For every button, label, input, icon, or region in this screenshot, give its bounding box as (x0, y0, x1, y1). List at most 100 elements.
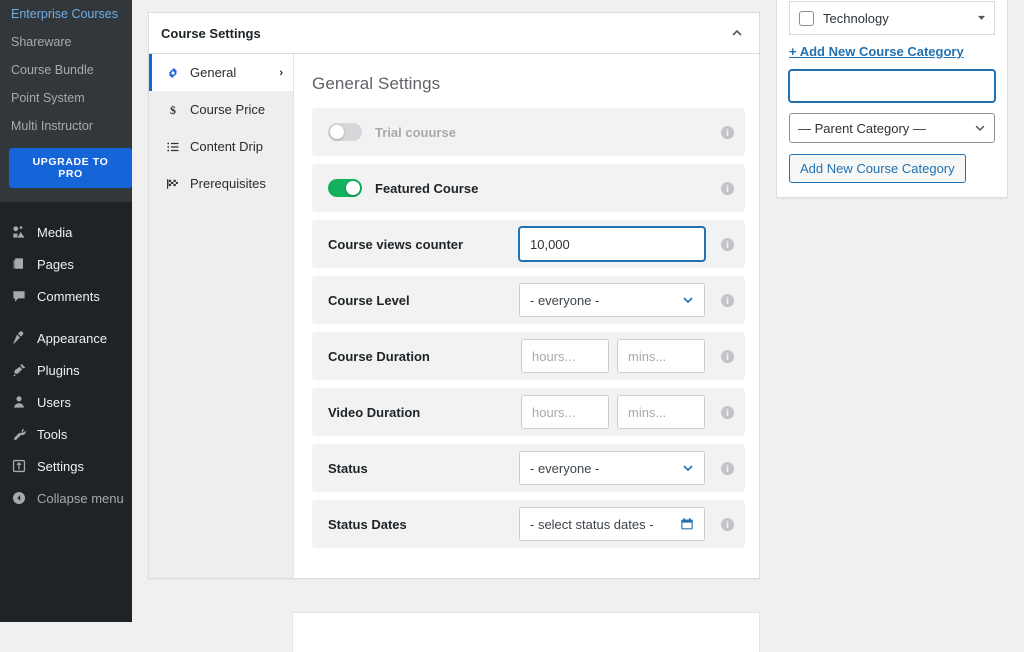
sidebar-item-point-system[interactable]: Point System (0, 84, 132, 112)
course-category-list: Technology (789, 1, 995, 35)
status-dates-value: - select status dates - (530, 516, 654, 532)
course-views-counter-input[interactable] (519, 227, 705, 261)
parent-category-value: — Parent Category — (798, 120, 926, 136)
status-controls: - everyone - (519, 451, 705, 485)
sidebar-item-label: Settings (37, 458, 84, 474)
info-icon[interactable] (719, 180, 735, 196)
chevron-up-icon[interactable] (727, 23, 747, 43)
tab-content-drip-label: Content Drip (190, 139, 263, 154)
course-duration-hours-input[interactable] (521, 339, 609, 373)
pages-icon (10, 255, 28, 273)
sidebar-item-tools[interactable]: Tools (0, 418, 132, 450)
info-icon[interactable] (719, 292, 735, 308)
status-dates-picker[interactable]: - select status dates - (519, 507, 705, 541)
sidebar-item-label: Appearance (37, 330, 108, 346)
sidebar-item-label: Collapse menu (37, 490, 124, 506)
appearance-icon (10, 329, 28, 347)
plugins-icon (10, 361, 28, 379)
category-checkbox-technology[interactable] (799, 10, 814, 26)
video-duration-controls (521, 395, 705, 429)
tab-content-drip[interactable]: Content Drip (149, 128, 293, 165)
course-settings-header: Course Settings (149, 13, 759, 54)
trial-course-toggle[interactable] (328, 123, 362, 141)
flag-icon (165, 177, 180, 191)
settings-icon (10, 457, 28, 475)
sidebar-item-pages[interactable]: Pages (0, 248, 132, 280)
course-duration-label: Course Duration (328, 348, 430, 364)
sidebar-item-collapse-menu[interactable]: Collapse menu (0, 482, 132, 514)
new-category-name-input[interactable] (789, 70, 995, 102)
calendar-icon (680, 517, 694, 531)
users-icon (10, 393, 28, 411)
chevron-right-icon: › (279, 66, 283, 79)
sidebar-item-label: Users (37, 394, 71, 410)
info-icon[interactable] (719, 124, 735, 140)
field-row-featured-course: Featured Course (312, 164, 745, 212)
tab-course-price-label: Course Price (190, 102, 266, 117)
sidebar-item-label: Tools (37, 426, 68, 442)
course-views-controls (519, 227, 705, 261)
tab-course-price[interactable]: $ Course Price (149, 91, 293, 128)
chevron-down-icon (682, 294, 694, 306)
video-duration-hours-input[interactable] (521, 395, 609, 429)
sidebar-item-course-bundle[interactable]: Course Bundle (0, 56, 132, 84)
tab-prerequisites[interactable]: Prerequisites (149, 165, 293, 202)
info-icon[interactable] (719, 236, 735, 252)
info-icon[interactable] (719, 460, 735, 476)
category-label-technology: Technology (823, 10, 889, 26)
video-duration-mins-input[interactable] (617, 395, 705, 429)
caret-down-icon[interactable] (977, 13, 986, 24)
field-row-trial-course: Trial couurse (312, 108, 745, 156)
course-duration-mins-input[interactable] (617, 339, 705, 373)
settings-tab-rail: General › $ Course Price Content Drip Pr… (149, 54, 294, 578)
field-row-course-level: Course Level - everyone - (312, 276, 745, 324)
general-settings-panel: General Settings Trial couurse Featured … (294, 54, 759, 578)
sidebar-lower-group: Media Pages Comments Appearance Plugins … (0, 202, 132, 514)
course-level-select[interactable]: - everyone - (519, 283, 705, 317)
main-content-column: Course Settings General › $ Course Price… (148, 12, 760, 579)
sidebar-item-enterprise-courses[interactable]: Enterprise Courses (0, 0, 132, 28)
sidebar-item-plugins[interactable]: Plugins (0, 354, 132, 386)
upgrade-to-pro-button[interactable]: UPGRADE TO PRO (9, 148, 132, 188)
field-row-video-duration: Video Duration (312, 388, 745, 436)
sidebar-item-media[interactable]: Media (0, 216, 132, 248)
info-icon[interactable] (719, 516, 735, 532)
featured-course-label: Featured Course (375, 180, 479, 196)
chevron-down-icon (974, 122, 986, 134)
toggle-knob (346, 181, 360, 195)
sidebar-upper-group: Enterprise Courses Shareware Course Bund… (0, 0, 132, 202)
sidebar-divider (0, 312, 132, 322)
sidebar-item-users[interactable]: Users (0, 386, 132, 418)
gear-icon (165, 66, 180, 80)
parent-category-select[interactable]: — Parent Category — (789, 113, 995, 143)
status-label: Status (328, 460, 368, 476)
course-settings-metabox: Course Settings General › $ Course Price… (148, 12, 760, 579)
sidebar-item-multi-instructor[interactable]: Multi Instructor (0, 112, 132, 140)
panel-title: General Settings (312, 74, 441, 93)
course-settings-body: General › $ Course Price Content Drip Pr… (149, 54, 759, 578)
sidebar-item-appearance[interactable]: Appearance (0, 322, 132, 354)
status-dates-controls: - select status dates - (519, 507, 705, 541)
dollar-icon: $ (165, 103, 180, 117)
info-icon[interactable] (719, 404, 735, 420)
sidebar-item-label: Plugins (37, 362, 80, 378)
sidebar-item-comments[interactable]: Comments (0, 280, 132, 312)
status-select[interactable]: - everyone - (519, 451, 705, 485)
add-new-course-category-link[interactable]: + Add New Course Category (789, 44, 964, 59)
chevron-down-icon (682, 462, 694, 474)
status-dates-label: Status Dates (328, 516, 407, 532)
featured-course-toggle[interactable] (328, 179, 362, 197)
sidebar-item-label: Pages (37, 256, 74, 272)
page-title: Course Settings (161, 25, 261, 41)
collapse-icon (10, 489, 28, 507)
media-icon (10, 223, 28, 241)
tab-prerequisites-label: Prerequisites (190, 176, 266, 191)
sidebar-item-shareware[interactable]: Shareware (0, 28, 132, 56)
sidebar-item-settings[interactable]: Settings (0, 450, 132, 482)
tab-general[interactable]: General › (149, 54, 293, 91)
info-icon[interactable] (719, 348, 735, 364)
tab-general-label: General (190, 65, 237, 80)
field-row-course-views-counter: Course views counter (312, 220, 745, 268)
field-row-status: Status - everyone - (312, 444, 745, 492)
add-new-course-category-button[interactable]: Add New Course Category (789, 154, 966, 183)
